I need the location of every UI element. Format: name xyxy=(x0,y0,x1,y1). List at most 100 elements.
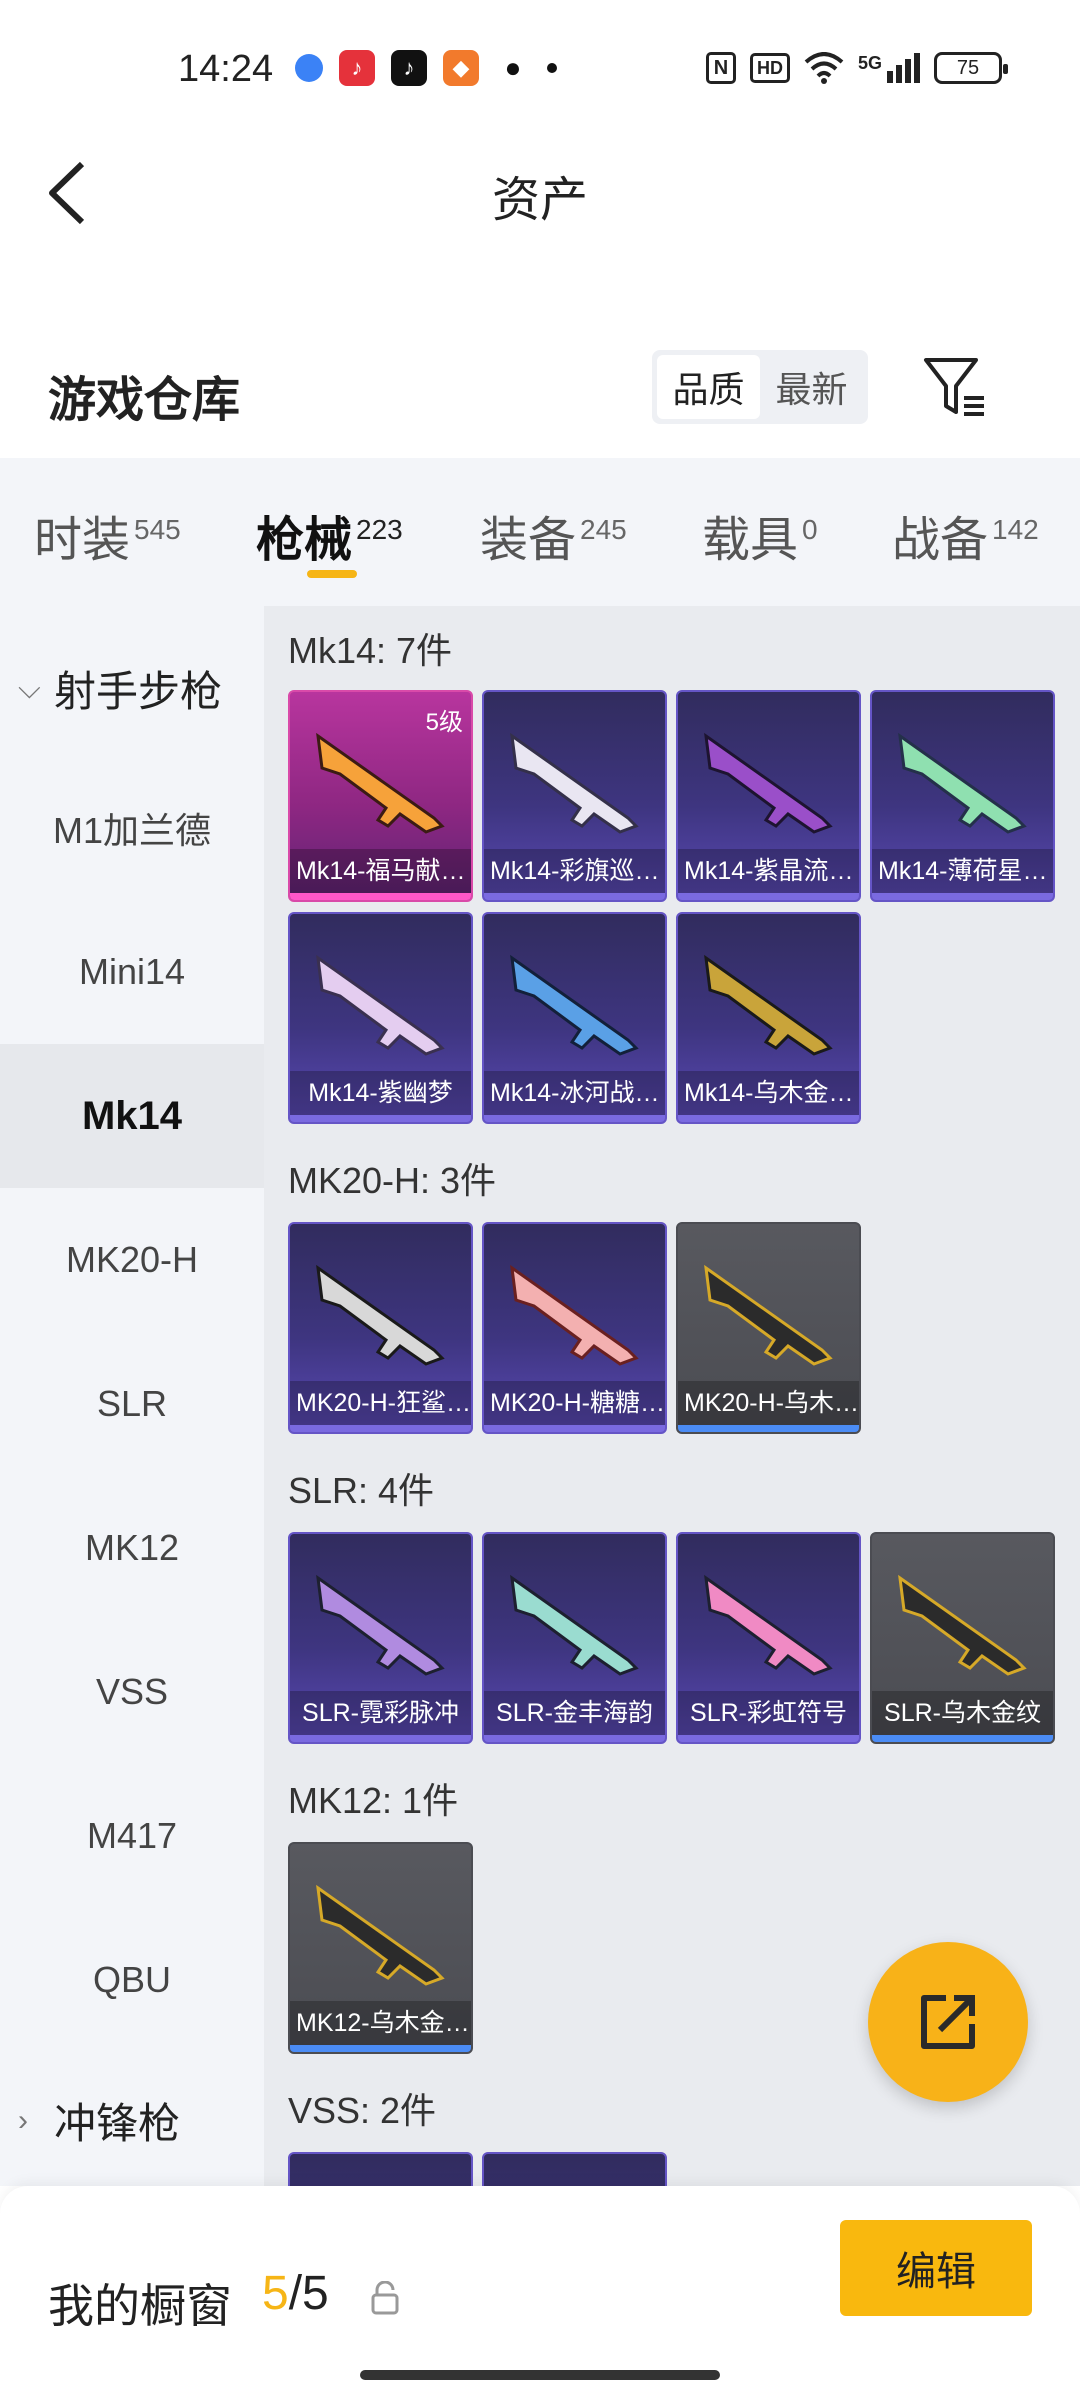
sidebar-item-mk12[interactable]: MK12 xyxy=(0,1476,264,1620)
status-bar: 14:24 ♪ ♪ ◆ ● N HD 5G 75 xyxy=(0,0,1080,140)
nfc-icon: N xyxy=(705,52,736,84)
weapon-card[interactable]: Mk14-薄荷星… xyxy=(870,690,1055,902)
rarity-bar xyxy=(678,893,859,900)
weapon-card[interactable]: Mk14-紫幽梦 xyxy=(288,912,473,1124)
weapon-card[interactable]: SLR-乌木金纹 xyxy=(870,1532,1055,1744)
gun-skin-image xyxy=(510,1264,639,1366)
rarity-bar xyxy=(872,1735,1053,1742)
showcase-label: 我的橱窗 xyxy=(48,2280,232,2332)
weapon-card[interactable]: Mk14-冰河战… xyxy=(482,912,667,1124)
tab-firearms[interactable]: 枪械 223 xyxy=(256,500,403,570)
sidebar-group-marksman[interactable]: ⌵ 射手步枪 xyxy=(18,658,222,719)
tab-count: 245 xyxy=(580,514,627,545)
sidebar-item-vss[interactable]: VSS xyxy=(0,1620,264,1764)
weapon-card[interactable]: MK20-H-乌木… xyxy=(676,1222,861,1434)
rarity-bar xyxy=(290,1735,471,1742)
weapon-card[interactable] xyxy=(482,2152,667,2186)
edit-button[interactable]: 编辑 xyxy=(840,2220,1032,2316)
weapon-name: MK20-H-糖糖… xyxy=(484,1381,665,1425)
sort-toggle: 品质 最新 xyxy=(652,350,868,424)
sidebar-item-mk20h[interactable]: MK20-H xyxy=(0,1188,264,1332)
weapon-name: MK20-H-乌木… xyxy=(678,1381,859,1425)
tab-equipment[interactable]: 装备 245 xyxy=(480,500,627,570)
weapon-name: SLR-乌木金纹 xyxy=(872,1691,1053,1735)
gun-skin-image xyxy=(510,954,639,1056)
gun-skin-image xyxy=(704,1574,833,1676)
weapon-name: SLR-彩虹符号 xyxy=(678,1691,859,1735)
sidebar-group-smg[interactable]: › 冲锋枪 xyxy=(18,2090,180,2151)
chevron-right-icon: › xyxy=(18,2103,28,2137)
lock-icon xyxy=(371,2281,399,2315)
gun-skin-image xyxy=(510,732,639,834)
weapon-card[interactable]: Mk14-乌木金… xyxy=(676,912,861,1124)
sidebar-item-mini14[interactable]: Mini14 xyxy=(0,900,264,1044)
section-title-mk12: MK12: 1件 xyxy=(288,1780,459,1821)
warehouse-title: 游戏仓库 xyxy=(48,374,241,427)
weapon-card[interactable]: SLR-霓彩脉冲 xyxy=(288,1532,473,1744)
tab-count: 223 xyxy=(356,514,403,545)
sidebar-item-mk14[interactable]: Mk14 xyxy=(0,1044,264,1188)
system-indicators: N HD 5G 75 xyxy=(705,52,1008,84)
level-badge: 5级 xyxy=(425,709,463,736)
share-button[interactable] xyxy=(868,1942,1028,2102)
sidebar-item-m417[interactable]: M417 xyxy=(0,1764,264,1908)
tab-count: 142 xyxy=(992,514,1039,545)
rarity-bar xyxy=(290,1115,471,1122)
weapon-card[interactable]: MK20-H-狂鲨… xyxy=(288,1222,473,1434)
gun-skin-image xyxy=(510,1574,639,1676)
rarity-bar xyxy=(678,1425,859,1432)
weapon-name: SLR-金丰海韵 xyxy=(484,1691,665,1735)
sidebar-item-slr[interactable]: SLR xyxy=(0,1332,264,1476)
weapon-card[interactable]: MK12-乌木金… xyxy=(288,1842,473,2054)
tab-supplies[interactable]: 战备 142 xyxy=(892,500,1039,570)
showcase-bar: 我的橱窗 5/5 编辑 xyxy=(0,2186,1080,2400)
more-notifications-dot xyxy=(547,63,557,73)
tab-label: 时装 xyxy=(34,514,131,567)
weapon-name: Mk14-冰河战… xyxy=(484,1071,665,1115)
weapon-name: Mk14-薄荷星… xyxy=(872,849,1053,893)
rarity-bar xyxy=(290,2045,471,2052)
gun-skin-image xyxy=(316,1264,445,1366)
weapon-card[interactable]: 5级 Mk14-福马献… xyxy=(288,690,473,902)
weapon-name: Mk14-福马献… xyxy=(290,849,471,893)
rarity-bar xyxy=(484,1425,665,1432)
weapon-card[interactable]: Mk14-紫晶流… xyxy=(676,690,861,902)
section-title-mk20h: MK20-H: 3件 xyxy=(288,1160,497,1201)
battery-indicator: 75 xyxy=(934,52,1008,84)
sort-quality-option[interactable]: 品质 xyxy=(657,355,760,419)
filter-icon[interactable] xyxy=(922,354,988,420)
weapon-card[interactable]: SLR-金丰海韵 xyxy=(482,1532,667,1744)
rarity-bar xyxy=(484,1735,665,1742)
status-time: 14:24 xyxy=(178,48,274,90)
rarity-bar xyxy=(678,1115,859,1122)
tab-vehicles[interactable]: 载具 0 xyxy=(702,500,818,570)
tab-label: 枪械 xyxy=(256,514,353,567)
tiktok-icon: ♪ xyxy=(391,50,427,86)
share-icon xyxy=(921,1995,975,2049)
rarity-bar xyxy=(484,893,665,900)
tab-fashion[interactable]: 时装 545 xyxy=(34,500,181,570)
section-title-mk14: Mk14: 7件 xyxy=(288,630,453,671)
rarity-bar xyxy=(290,1425,471,1432)
weapon-name: MK12-乌木金… xyxy=(290,2001,471,2045)
active-tab-indicator xyxy=(307,570,357,578)
gun-skin-image xyxy=(898,732,1027,834)
sort-latest-option[interactable]: 最新 xyxy=(760,355,863,419)
gun-skin-image xyxy=(316,954,445,1056)
sidebar-item-qbu[interactable]: QBU xyxy=(0,1908,264,2052)
sidebar-item-m1-garand[interactable]: M1加兰德 xyxy=(0,756,264,900)
section-title-slr: SLR: 4件 xyxy=(288,1470,435,1511)
weapon-card[interactable]: SLR-彩虹符号 xyxy=(676,1532,861,1744)
weapon-card[interactable]: Mk14-彩旗巡… xyxy=(482,690,667,902)
notification-icons: ♪ ♪ ◆ ● xyxy=(295,50,557,86)
music-app-icon: ♪ xyxy=(339,50,375,86)
weapon-card[interactable]: MK20-H-糖糖… xyxy=(482,1222,667,1434)
rarity-bar xyxy=(484,1115,665,1122)
weapon-name: SLR-霓彩脉冲 xyxy=(290,1691,471,1735)
showcase-total: /5 xyxy=(288,2267,329,2320)
signal-icon: 5G xyxy=(858,53,920,83)
weapon-card[interactable] xyxy=(288,2152,473,2186)
weapon-name: Mk14-紫晶流… xyxy=(678,849,859,893)
home-indicator[interactable] xyxy=(360,2370,720,2380)
gun-skin-image xyxy=(704,732,833,834)
